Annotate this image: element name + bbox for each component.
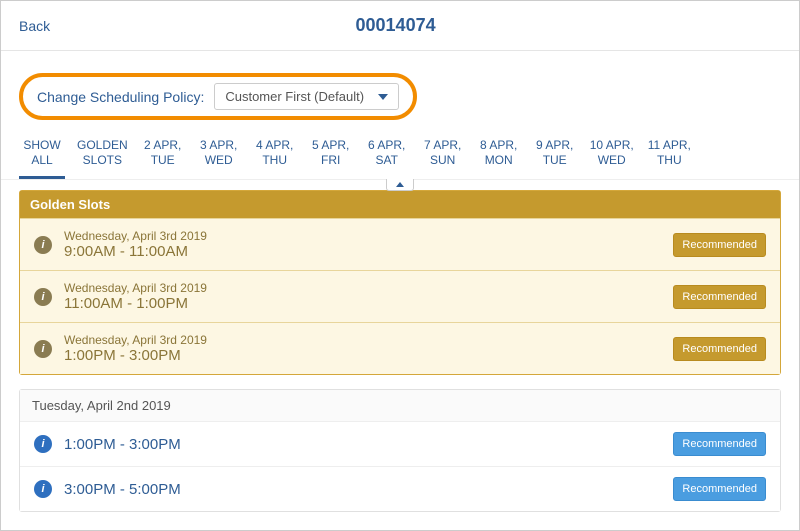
slot-row[interactable]: i 3:00PM - 5:00PM Recommended: [20, 466, 780, 511]
tab-line2: MON: [478, 153, 520, 168]
date-tab[interactable]: 5 APR,FRI: [308, 130, 354, 179]
tab-line1: 3 APR,: [198, 138, 240, 153]
policy-selected-value: Customer First (Default): [225, 89, 364, 104]
tab-line2: WED: [198, 153, 240, 168]
tab-line1: SHOW: [21, 138, 63, 153]
slot-text: Wednesday, April 3rd 20199:00AM - 11:00A…: [64, 229, 661, 260]
policy-select[interactable]: Customer First (Default): [214, 83, 399, 110]
recommended-badge[interactable]: Recommended: [673, 477, 766, 501]
collapse-toggle-row: [1, 180, 799, 190]
info-icon[interactable]: i: [34, 236, 52, 254]
slot-text: 1:00PM - 3:00PM: [64, 436, 661, 453]
date-tab[interactable]: 10 APR,WED: [588, 130, 636, 179]
tab-line1: 8 APR,: [478, 138, 520, 153]
slot-time: 1:00PM - 3:00PM: [64, 347, 661, 364]
info-icon[interactable]: i: [34, 340, 52, 358]
golden-slot-row[interactable]: i Wednesday, April 3rd 201911:00AM - 1:00…: [20, 270, 780, 322]
tab-line2: FRI: [310, 153, 352, 168]
tab-line1: 4 APR,: [254, 138, 296, 153]
date-tab[interactable]: 7 APR,SUN: [420, 130, 466, 179]
tab-line2: THU: [254, 153, 296, 168]
tab-line1: 7 APR,: [422, 138, 464, 153]
tab-line2: SAT: [366, 153, 408, 168]
regular-slots-header: Tuesday, April 2nd 2019: [20, 390, 780, 421]
tab-line1: 2 APR,: [142, 138, 184, 153]
date-tab[interactable]: 4 APR,THU: [252, 130, 298, 179]
tab-line2: TUE: [142, 153, 184, 168]
slot-date: Wednesday, April 3rd 2019: [64, 333, 661, 347]
tab-line1: 6 APR,: [366, 138, 408, 153]
date-tab[interactable]: GOLDENSLOTS: [75, 130, 130, 179]
tab-line2: ALL: [21, 153, 63, 168]
slot-time: 9:00AM - 11:00AM: [64, 243, 661, 260]
info-icon[interactable]: i: [34, 288, 52, 306]
date-tab[interactable]: 11 APR,THU: [646, 130, 693, 179]
recommended-badge[interactable]: Recommended: [673, 233, 766, 257]
date-tab[interactable]: 6 APR,SAT: [364, 130, 410, 179]
record-title: 00014074: [50, 15, 741, 36]
tab-line1: GOLDEN: [77, 138, 128, 153]
info-icon[interactable]: i: [34, 480, 52, 498]
tab-line1: 5 APR,: [310, 138, 352, 153]
slot-time: 1:00PM - 3:00PM: [64, 436, 661, 453]
policy-label: Change Scheduling Policy:: [37, 89, 204, 105]
slot-text: Wednesday, April 3rd 20191:00PM - 3:00PM: [64, 333, 661, 364]
slot-time: 11:00AM - 1:00PM: [64, 295, 661, 312]
date-tab[interactable]: 3 APR,WED: [196, 130, 242, 179]
slot-text: Wednesday, April 3rd 201911:00AM - 1:00P…: [64, 281, 661, 312]
tab-line2: THU: [648, 153, 691, 168]
tab-line1: 10 APR,: [590, 138, 634, 153]
chevron-down-icon: [378, 94, 388, 100]
chevron-up-icon: [396, 182, 404, 187]
date-tab[interactable]: 8 APR,MON: [476, 130, 522, 179]
recommended-badge[interactable]: Recommended: [673, 285, 766, 309]
golden-slot-row[interactable]: i Wednesday, April 3rd 20199:00AM - 11:00…: [20, 218, 780, 270]
policy-highlight-ring: Change Scheduling Policy: Customer First…: [19, 73, 417, 120]
slot-row[interactable]: i 1:00PM - 3:00PM Recommended: [20, 421, 780, 466]
tab-line2: SUN: [422, 153, 464, 168]
golden-slot-row[interactable]: i Wednesday, April 3rd 20191:00PM - 3:00P…: [20, 322, 780, 374]
slot-date: Wednesday, April 3rd 2019: [64, 229, 661, 243]
date-tab[interactable]: 2 APR,TUE: [140, 130, 186, 179]
slot-date: Wednesday, April 3rd 2019: [64, 281, 661, 295]
golden-slots-block: Golden Slots iWednesday, April 3rd 20199…: [19, 190, 781, 375]
scheduling-policy-row: Change Scheduling Policy: Customer First…: [1, 51, 799, 130]
date-tab[interactable]: SHOWALL: [19, 130, 65, 179]
info-icon[interactable]: i: [34, 435, 52, 453]
slot-text: 3:00PM - 5:00PM: [64, 481, 661, 498]
slot-time: 3:00PM - 5:00PM: [64, 481, 661, 498]
tab-line2: WED: [590, 153, 634, 168]
date-tabs: SHOWALLGOLDENSLOTS2 APR,TUE3 APR,WED4 AP…: [1, 130, 799, 180]
date-tab[interactable]: 9 APR,TUE: [532, 130, 578, 179]
recommended-badge[interactable]: Recommended: [673, 432, 766, 456]
tab-line2: SLOTS: [77, 153, 128, 168]
tab-line2: TUE: [534, 153, 576, 168]
recommended-badge[interactable]: Recommended: [673, 337, 766, 361]
page-header: Back 00014074: [1, 1, 799, 51]
golden-slots-header: Golden Slots: [20, 191, 780, 218]
tab-line1: 9 APR,: [534, 138, 576, 153]
regular-slots-block: Tuesday, April 2nd 2019 i 1:00PM - 3:00PM…: [19, 389, 781, 512]
back-button[interactable]: Back: [19, 18, 50, 34]
tab-line1: 11 APR,: [648, 138, 691, 153]
collapse-handle[interactable]: [386, 179, 414, 191]
